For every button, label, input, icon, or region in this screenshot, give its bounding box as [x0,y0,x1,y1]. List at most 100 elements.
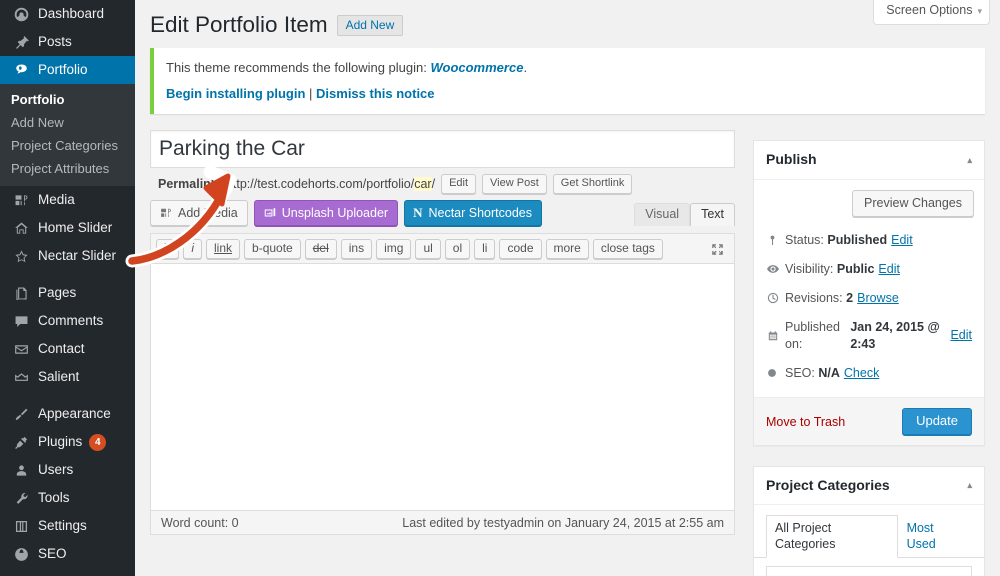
publish-row-seo: SEO: N/A Check [766,360,972,389]
unsplash-uploader-button[interactable]: Unsplash Uploader [253,200,399,226]
post-content-textarea[interactable] [150,263,735,511]
page-title: Edit Portfolio Item [150,12,328,37]
browse-revisions-link[interactable]: Browse [857,290,899,307]
permalink-slug: car [414,176,432,191]
major-publishing-actions: Move to Trash Update [754,396,984,445]
submenu-item-portfolio[interactable]: Portfolio [0,88,135,111]
wrench-icon [11,488,31,508]
notice-text-after: . [523,60,528,75]
sidebar-item-comments[interactable]: Comments [0,307,135,335]
move-to-trash-wrap: Move to Trash [766,414,845,429]
qt-bold-button[interactable]: b [156,239,180,259]
sidebar-item-label: Users [38,462,74,478]
qt-more-button[interactable]: more [545,239,589,259]
fullscreen-icon[interactable] [710,242,725,260]
media-icon [11,190,31,210]
preview-changes-button[interactable]: Preview Changes [852,189,974,217]
sidebar-item-salient[interactable]: Salient [0,363,135,391]
publish-box: Publish ▴ Preview Changes Status: Publis… [753,140,985,446]
sidebar-item-users[interactable]: Users [0,456,135,484]
sidebar-item-label: Salient [38,369,80,385]
submenu-item-add-new[interactable]: Add New [0,111,135,134]
get-shortlink-button[interactable]: Get Shortlink [552,173,633,194]
submenu-item-project-categories[interactable]: Project Categories [0,134,135,157]
chevron-up-icon[interactable]: ▴ [967,154,972,167]
notice-text-before: This theme recommends the following plug… [166,60,431,75]
sidebar-item-label: SEO [38,546,67,562]
sidebar-item-label: Media [38,192,75,208]
sidebar-item-settings[interactable]: Settings [0,512,135,540]
dismiss-notice-link[interactable]: Dismiss this notice [316,86,434,101]
qt-link-button[interactable]: link [206,239,241,259]
notice-separator: | [309,86,313,101]
edit-slug-button[interactable]: Edit [441,173,477,194]
sidebar-item-label: Comments [38,313,104,329]
publish-row-visibility: Visibility: Public Edit [766,256,972,285]
unsplash-icon [263,206,277,220]
sidebar-item-plugins[interactable]: Plugins 4 [0,428,135,456]
update-button[interactable]: Update [902,407,972,435]
status-value: Published [827,232,888,247]
nectar-shortcodes-button[interactable]: N Nectar Shortcodes [404,200,542,226]
permalink-url[interactable]: http://test.codehorts.com/portfolio/car/ [226,176,435,191]
move-to-trash-link[interactable]: Move to Trash [766,415,845,429]
sidebar-item-pages[interactable]: Pages [0,279,135,307]
add-media-button[interactable]: Add Media [150,200,248,226]
qt-italic-button[interactable]: i [183,239,203,259]
sidebar-item-label: Contact [38,341,85,357]
sidebar-item-nectar-slider[interactable]: Nectar Slider [0,242,135,270]
plugin-recommendation-notice: This theme recommends the following plug… [150,48,985,114]
view-post-button[interactable]: View Post [482,173,547,194]
editor-mode-tabs: Visual Text [634,203,735,226]
plugin-name-link[interactable]: Woocommerce [430,60,523,75]
qt-ul-button[interactable]: ul [415,239,441,259]
qt-img-button[interactable]: img [376,239,412,259]
media-buttons: Add Media Unsplash Uploader N Nectar Sho… [150,200,548,226]
seo-label: SEO: [785,365,815,380]
tab-most-used[interactable]: Most Used [898,515,972,558]
tab-text[interactable]: Text [690,203,735,226]
qt-del-button[interactable]: del [304,239,337,259]
sidebar-item-contact[interactable]: Contact [0,335,135,363]
tab-all-project-categories[interactable]: All Project Categories [766,515,898,559]
notice-message: This theme recommends the following plug… [166,59,973,76]
sidebar-item-posts[interactable]: Posts [0,28,135,56]
sidebar-item-appearance[interactable]: Appearance [0,400,135,428]
sidebar-item-label: Appearance [38,406,111,422]
qt-ins-button[interactable]: ins [340,239,373,259]
add-new-button[interactable]: Add New [336,14,404,36]
sidebar-item-dashboard[interactable]: Dashboard [0,0,135,28]
qt-li-button[interactable]: li [474,239,496,259]
sidebar-item-portfolio[interactable]: Portfolio [0,56,135,84]
add-media-icon [159,206,173,220]
seo-dot-icon [766,367,785,379]
qt-code-button[interactable]: code [499,239,542,259]
publish-box-header: Publish ▴ [754,141,984,180]
qt-close-tags-button[interactable]: close tags [592,239,663,259]
edit-status-link[interactable]: Edit [891,232,913,249]
chevron-up-icon[interactable]: ▴ [967,479,972,492]
published-on-label: Published on: [785,319,840,351]
submenu-label: Project Attributes [11,161,110,176]
sidebar-item-label: Posts [38,34,72,50]
sidebar-item-home-slider[interactable]: Home Slider [0,214,135,242]
screen-options-button[interactable]: Screen Options ▾ [873,0,990,25]
pin-icon [11,32,31,52]
edit-visibility-link[interactable]: Edit [878,261,900,278]
sidebar-item-media[interactable]: Media [0,186,135,214]
begin-installing-plugin-link[interactable]: Begin installing plugin [166,86,305,101]
qt-ol-button[interactable]: ol [444,239,471,259]
portfolio-icon [11,60,31,80]
edit-published-date-link[interactable]: Edit [950,327,972,344]
sidebar-item-label: Pages [38,285,77,301]
submenu-label: Portfolio [11,92,65,107]
plugins-update-badge: 4 [89,433,107,451]
sidebar-item-tools[interactable]: Tools [0,484,135,512]
submenu-item-project-attributes[interactable]: Project Attributes [0,157,135,180]
check-seo-link[interactable]: Check [844,365,879,382]
qt-bquote-button[interactable]: b-quote [244,239,301,259]
sidebar-item-seo[interactable]: SEO [0,540,135,568]
tab-visual[interactable]: Visual [634,203,691,226]
post-title-input[interactable] [150,130,735,168]
project-categories-title: Project Categories [766,476,890,493]
